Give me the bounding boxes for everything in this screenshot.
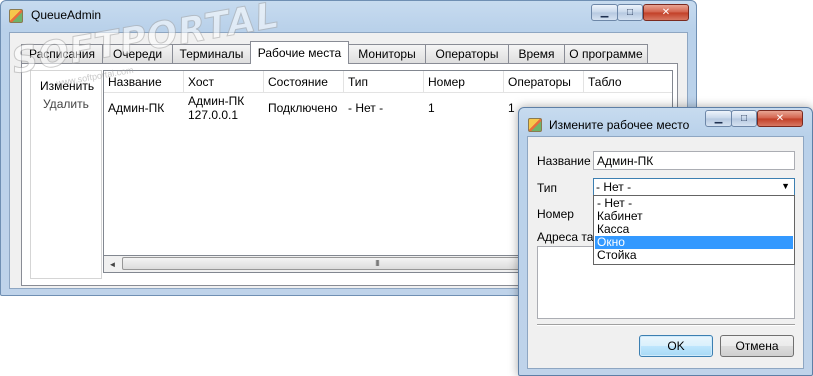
column-header-operators[interactable]: Операторы: [504, 71, 584, 93]
tab-monitors[interactable]: Мониторы: [348, 44, 426, 63]
cell-number: 1: [428, 101, 435, 115]
maximize-icon: □: [626, 6, 634, 18]
tab-time[interactable]: Время: [508, 44, 565, 63]
dialog-client-area: Название Админ-ПК Тип - Нет - ▼ Номер Ад…: [527, 136, 804, 369]
scroll-grip: III: [375, 259, 380, 268]
dialog-app-icon: [528, 118, 542, 132]
maximize-button[interactable]: □: [617, 4, 643, 21]
window-title: QueueAdmin: [31, 8, 102, 22]
close-icon: ✕: [661, 6, 671, 18]
type-select-value: - Нет -: [596, 180, 632, 194]
minimize-button[interactable]: ▁: [591, 4, 618, 21]
dialog-close-button[interactable]: ✕: [757, 110, 803, 127]
tab-label: Терминалы: [179, 47, 244, 61]
app-icon: [9, 9, 23, 23]
tab-label: Операторы: [435, 47, 499, 61]
cancel-button[interactable]: Отмена: [720, 335, 794, 357]
column-header-name[interactable]: Название: [104, 71, 184, 93]
tab-operators[interactable]: Операторы: [425, 44, 509, 63]
board-address-label: Адреса таб: [537, 230, 601, 244]
tab-terminals[interactable]: Терминалы: [172, 44, 251, 63]
cell-state: Подключено: [268, 101, 338, 115]
column-header-board[interactable]: Табло: [584, 71, 672, 93]
dialog-title: Измените рабочее место: [549, 118, 690, 132]
chevron-down-icon[interactable]: ▼: [781, 181, 790, 191]
maximize-icon: □: [740, 112, 748, 124]
scroll-left-button[interactable]: ◄: [104, 256, 121, 272]
tab-workplaces[interactable]: Рабочие места: [250, 41, 349, 64]
name-field[interactable]: Админ-ПК: [593, 151, 795, 170]
cell-name: Админ-ПК: [108, 101, 165, 115]
number-label: Номер: [537, 207, 574, 221]
tab-label: Расписания: [29, 47, 95, 61]
delete-button[interactable]: Удалить: [43, 97, 89, 111]
column-header-state[interactable]: Состояние: [264, 71, 344, 93]
type-select[interactable]: - Нет - ▼: [593, 178, 795, 196]
cell-type: - Нет -: [348, 101, 384, 115]
name-label: Название: [537, 154, 591, 168]
ok-button[interactable]: OK: [639, 335, 713, 357]
minimize-icon: ▁: [600, 6, 609, 18]
column-header-type[interactable]: Тип: [344, 71, 424, 93]
tab-label: Мониторы: [358, 47, 416, 61]
cell-operators: 1: [508, 101, 515, 115]
tab-label: О программе: [569, 47, 643, 61]
type-dropdown-list[interactable]: - Нет - Кабинет Касса Окно Стойка: [593, 195, 795, 265]
type-option[interactable]: Стойка: [595, 249, 793, 262]
close-icon: ✕: [775, 112, 785, 124]
tab-label: Время: [518, 47, 555, 61]
tab-schedules[interactable]: Расписания: [21, 44, 103, 63]
tab-label: Очереди: [112, 47, 163, 61]
tab-label: Рабочие места: [257, 46, 342, 60]
cell-host-ip: 127.0.0.1: [188, 108, 239, 122]
column-header-number[interactable]: Номер: [424, 71, 504, 93]
tab-about[interactable]: О программе: [564, 44, 648, 63]
close-button[interactable]: ✕: [643, 4, 689, 21]
dialog-minimize-button[interactable]: ▁: [705, 110, 732, 127]
edit-workplace-dialog: Измените рабочее место ▁ □ ✕ Название Ад…: [518, 107, 813, 376]
actions-panel: Изменить Удалить: [30, 70, 102, 279]
cell-host-name: Админ-ПК: [188, 94, 245, 108]
dialog-maximize-button[interactable]: □: [731, 110, 757, 127]
minimize-icon: ▁: [714, 112, 723, 124]
column-header-host[interactable]: Хост: [184, 71, 264, 93]
type-label: Тип: [537, 181, 558, 195]
edit-button[interactable]: Изменить: [40, 79, 94, 93]
separator: [537, 324, 795, 326]
tab-queues[interactable]: Очереди: [102, 44, 173, 63]
